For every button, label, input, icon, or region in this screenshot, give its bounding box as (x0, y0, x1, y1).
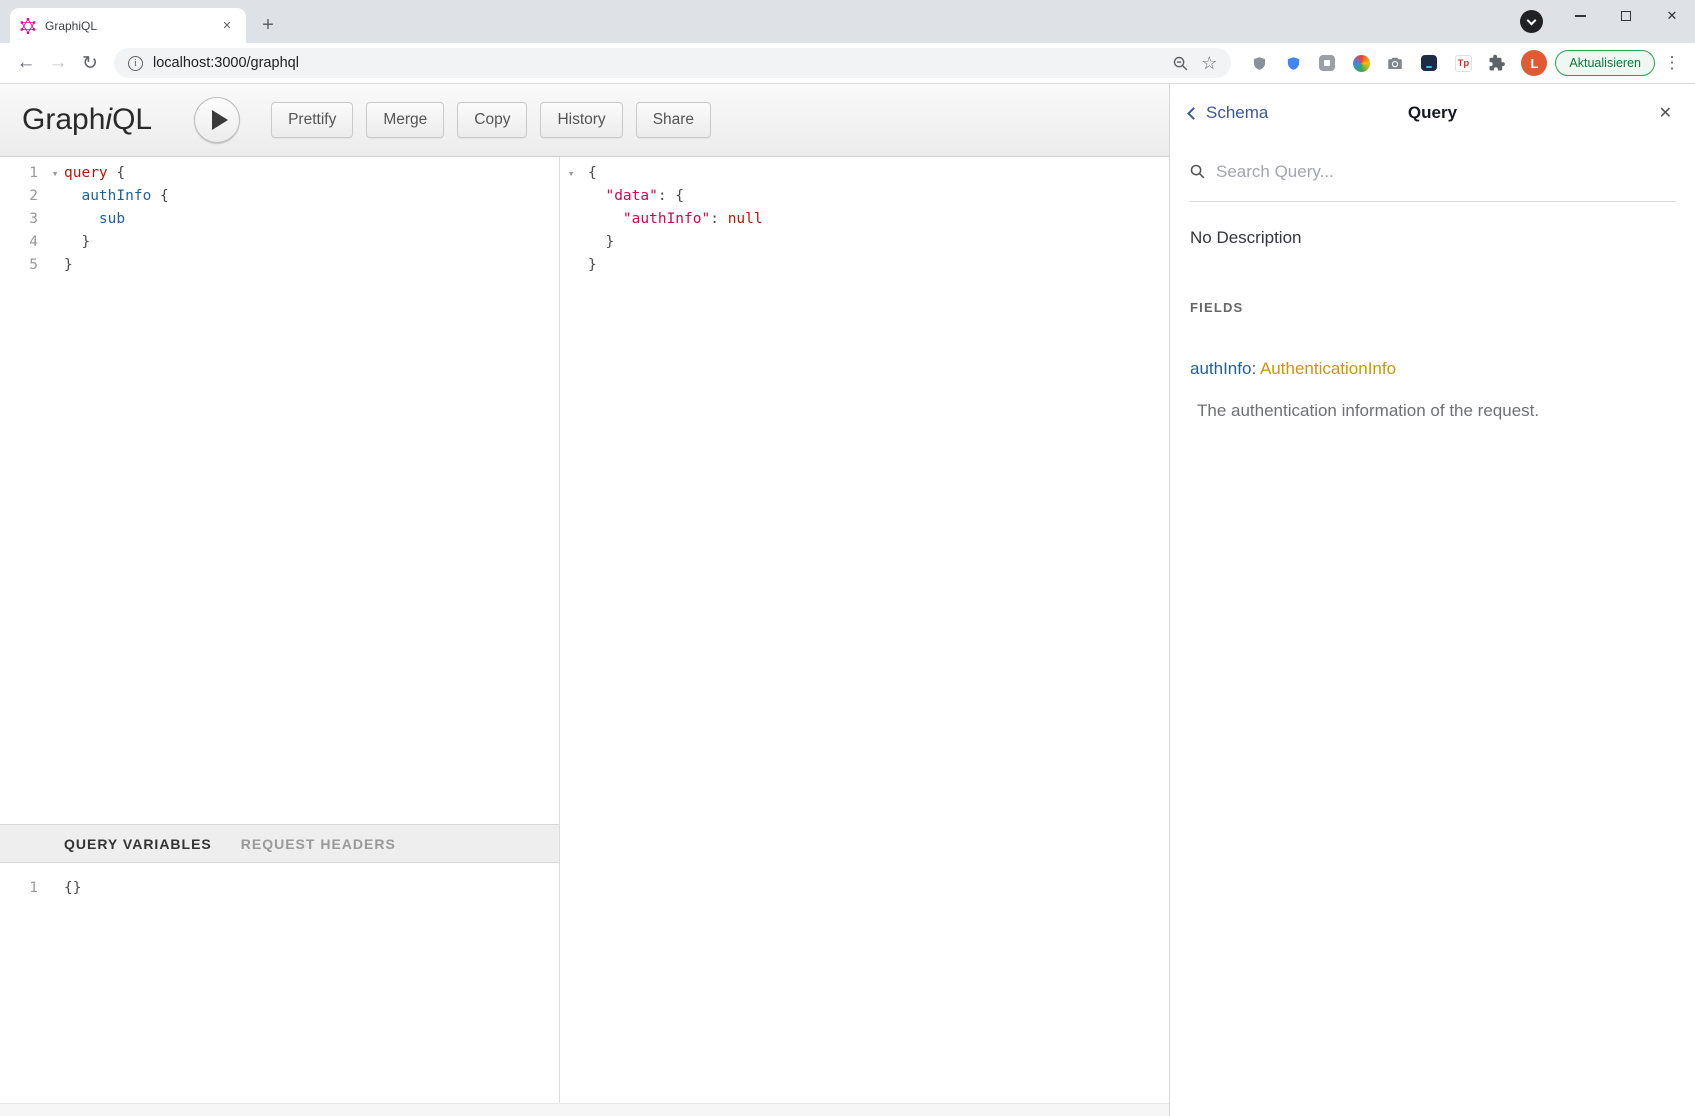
extension-shield-gray-icon[interactable] (1249, 53, 1269, 73)
window-close-button[interactable]: ✕ (1649, 0, 1695, 32)
back-icon[interactable]: ← (10, 47, 42, 79)
line-number: 2 (0, 185, 46, 208)
field-row: authInfo: AuthenticationInfo (1190, 359, 1675, 379)
docs-body: No Description FIELDS authInfo: Authenti… (1170, 202, 1695, 447)
site-info-icon[interactable]: i (128, 56, 143, 71)
code-line: 3 sub (0, 208, 559, 231)
result-line: "data": { (560, 185, 1169, 208)
line-number: 4 (0, 231, 46, 254)
play-icon (212, 110, 228, 130)
new-tab-button[interactable]: + (254, 11, 282, 39)
documentation-explorer: Schema Query ✕ No Description FIELDS aut… (1169, 84, 1695, 1116)
line-number: 1 (0, 162, 46, 185)
copy-button[interactable]: Copy (457, 102, 527, 138)
window-controls: ✕ (1557, 0, 1695, 32)
docs-header: Schema Query ✕ (1170, 84, 1695, 142)
extension-shield-blue-icon[interactable] (1283, 53, 1303, 73)
zoom-icon[interactable] (1172, 55, 1189, 72)
profile-avatar[interactable]: L (1521, 50, 1547, 76)
tab-close-icon[interactable]: ✕ (218, 17, 236, 35)
tab-query-variables[interactable]: QUERY VARIABLES (64, 836, 212, 852)
docs-search[interactable] (1189, 142, 1676, 202)
maximize-icon (1621, 11, 1631, 21)
result-viewer[interactable]: ▾ { "data": { "authInfo": null } (560, 157, 1169, 1116)
extensions-row: Tp (1249, 53, 1507, 73)
chevron-left-icon (1187, 107, 1200, 120)
minimize-button[interactable] (1557, 0, 1603, 32)
bookmark-star-icon[interactable]: ☆ (1201, 53, 1217, 74)
extension-square-gray-icon[interactable] (1317, 53, 1337, 73)
browser-toolbar: ← → ↻ i localhost:3000/graphql ☆ (0, 43, 1695, 84)
merge-button[interactable]: Merge (366, 102, 444, 138)
code-line: 1 ▾ query { (0, 162, 559, 185)
fold-arrow-icon[interactable]: ▾ (46, 162, 64, 185)
line-number: 3 (0, 208, 46, 231)
result-line: } (560, 231, 1169, 254)
docs-back-label: Schema (1206, 103, 1268, 123)
maximize-button[interactable] (1603, 0, 1649, 32)
code-line: 4 } (0, 231, 559, 254)
result-line: "authInfo": null (560, 208, 1169, 231)
code-line: 2 authInfo { (0, 185, 559, 208)
extensions-puzzle-icon[interactable] (1487, 53, 1507, 73)
query-editor-pane: 1 ▾ query { 2 authInfo { 3 s (0, 157, 560, 1116)
extension-camera-icon[interactable] (1385, 53, 1405, 73)
fold-arrow-icon[interactable]: ▾ (560, 162, 582, 185)
horizontal-scrollbar[interactable] (0, 1103, 1169, 1116)
reload-icon[interactable]: ↻ (74, 47, 106, 79)
graphql-favicon (20, 18, 36, 34)
line-number: 5 (0, 254, 46, 277)
extension-color-wheel-icon[interactable] (1351, 53, 1371, 73)
code-line: 5 } (0, 254, 559, 277)
minimize-icon (1575, 15, 1586, 17)
search-icon (1189, 163, 1206, 180)
field-description: The authentication information of the re… (1197, 401, 1675, 421)
graphiql-topbar: GraphiQL Prettify Merge Copy History Sha… (0, 84, 1169, 157)
tab-strip: GraphiQL ✕ + ✕ (0, 0, 1695, 43)
result-line: ▾ { (560, 162, 1169, 185)
history-button[interactable]: History (540, 102, 622, 138)
editor-area: 1 ▾ query { 2 authInfo { 3 s (0, 157, 1169, 1116)
address-bar[interactable]: i localhost:3000/graphql ☆ (114, 48, 1231, 78)
extension-tp-icon[interactable]: Tp (1453, 53, 1473, 73)
browser-update-badge-icon[interactable] (1520, 10, 1543, 33)
line-number: 1 (0, 877, 46, 900)
execute-query-button[interactable] (194, 97, 240, 143)
share-button[interactable]: Share (636, 102, 711, 138)
url-text[interactable]: localhost:3000/graphql (153, 55, 299, 71)
query-editor[interactable]: 1 ▾ query { 2 authInfo { 3 s (0, 157, 559, 824)
tab-title: GraphiQL (45, 19, 209, 33)
browser-window: GraphiQL ✕ + ✕ ← → ↻ i localhost:3000/gr… (0, 0, 1695, 1116)
toolbar-buttons: Prettify Merge Copy History Share (271, 102, 711, 138)
docs-back-button[interactable]: Schema (1189, 103, 1268, 123)
browser-menu-icon[interactable]: ⋮ (1659, 50, 1685, 76)
variables-title-bar: QUERY VARIABLES REQUEST HEADERS (0, 824, 559, 863)
fields-heading: FIELDS (1190, 300, 1675, 315)
tab-request-headers[interactable]: REQUEST HEADERS (241, 836, 396, 852)
variables-editor[interactable]: 1 {} (0, 863, 559, 1116)
forward-icon[interactable]: → (42, 47, 74, 79)
graphiql-app: GraphiQL Prettify Merge Copy History Sha… (0, 84, 1695, 1116)
docs-search-input[interactable] (1216, 162, 1676, 182)
type-description: No Description (1190, 228, 1675, 248)
code-line: 1 {} (0, 877, 559, 900)
prettify-button[interactable]: Prettify (271, 102, 353, 138)
field-separator: : (1251, 359, 1260, 378)
type-name-link[interactable]: AuthenticationInfo (1260, 359, 1396, 378)
result-line: } (560, 254, 1169, 277)
docs-close-icon[interactable]: ✕ (1655, 99, 1676, 127)
browser-tab-graphiql[interactable]: GraphiQL ✕ (10, 8, 246, 43)
field-name-link[interactable]: authInfo (1190, 359, 1251, 378)
graphiql-logo: GraphiQL (22, 103, 152, 137)
extension-dark-square-icon[interactable] (1419, 53, 1439, 73)
update-button[interactable]: Aktualisieren (1555, 50, 1655, 76)
